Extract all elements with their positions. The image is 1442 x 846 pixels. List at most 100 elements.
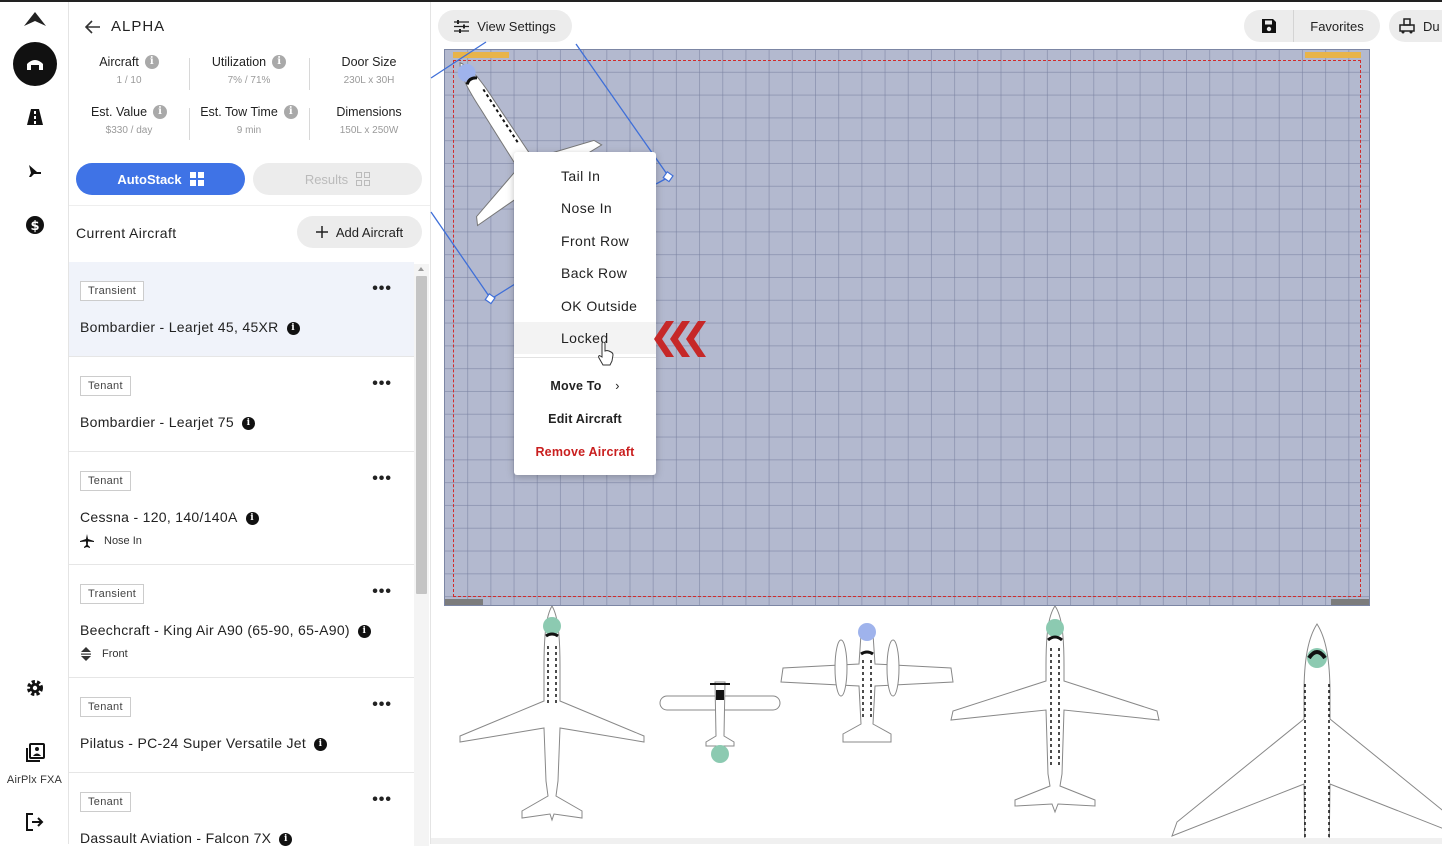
aircraft-list: Transient ••• Bombardier - Learjet 45, 4… xyxy=(69,262,414,846)
billing-nav-button[interactable]: $ xyxy=(24,214,46,236)
aircraft-card[interactable]: Tenant ••• Bombardier - Learjet 75 i xyxy=(69,357,414,452)
stat-label: Dimensions xyxy=(336,105,402,119)
stat-value: 230L x 30H xyxy=(343,75,395,86)
tow-icon xyxy=(29,165,41,177)
more-options-icon[interactable]: ••• xyxy=(372,470,392,488)
aircraft-placement: Nose In xyxy=(80,534,142,548)
stat-value: $330 / day xyxy=(105,125,153,136)
back-arrow-icon[interactable] xyxy=(85,19,101,34)
scroll-up-arrow-icon[interactable] xyxy=(418,267,424,271)
palette-aircraft-falcon-7x[interactable] xyxy=(1171,623,1442,844)
road-icon xyxy=(27,109,43,125)
tow-nav-button[interactable] xyxy=(24,160,46,182)
hand-pointer-icon xyxy=(598,342,614,366)
aircraft-card[interactable]: Tenant ••• Pilatus - PC-24 Super Versati… xyxy=(69,678,414,773)
menu-item-back-row[interactable]: Back Row xyxy=(514,257,656,289)
scrollbar-thumb[interactable] xyxy=(416,276,427,594)
info-icon[interactable]: i xyxy=(245,511,259,525)
layout-actions: Favorites xyxy=(1244,10,1380,42)
aircraft-card[interactable]: Transient ••• Bombardier - Learjet 45, 4… xyxy=(69,262,414,357)
corner-marker-left xyxy=(445,599,483,605)
hangar-nav-button[interactable] xyxy=(13,42,57,86)
info-icon[interactable]: i xyxy=(153,105,168,119)
palette-aircraft-king-air[interactable] xyxy=(780,623,954,743)
stat-label: Est. Tow Time xyxy=(200,105,278,119)
add-aircraft-button[interactable]: Add Aircraft xyxy=(297,216,422,248)
menu-item-move-to[interactable]: Move To › xyxy=(514,371,656,401)
duplicate-button[interactable]: Du xyxy=(1389,10,1442,42)
save-icon xyxy=(1261,19,1276,33)
autostack-button[interactable]: AutoStack xyxy=(76,163,245,195)
move-to-label: Move To xyxy=(550,379,602,393)
aircraft-card[interactable]: Tenant ••• Cessna - 120, 140/140A i Nose … xyxy=(69,452,414,565)
menu-item-locked[interactable]: Locked xyxy=(514,322,656,354)
door-marker-left xyxy=(453,52,509,58)
info-icon[interactable]: i xyxy=(241,416,255,430)
stat-label: Est. Value xyxy=(90,105,148,119)
hangar-stats: Aircraft i 1 / 10 Utilization i 7% / 71% D… xyxy=(69,48,430,148)
stat-label: Door Size xyxy=(341,55,397,69)
more-options-icon[interactable]: ••• xyxy=(372,583,392,601)
menu-item-remove-aircraft[interactable]: Remove Aircraft xyxy=(514,437,656,467)
corner-marker-right xyxy=(1331,599,1369,605)
menu-item-nose-in[interactable]: Nose In xyxy=(514,192,656,224)
aircraft-name-text: Beechcraft - King Air A90 (65-90, 65-A90… xyxy=(80,622,350,638)
library-nav-button[interactable] xyxy=(24,742,46,764)
palette-aircraft-learjet-45[interactable] xyxy=(459,606,645,822)
menu-item-front-row[interactable]: Front Row xyxy=(514,225,656,257)
menu-item-edit-aircraft[interactable]: Edit Aircraft xyxy=(514,404,656,434)
info-icon[interactable]: i xyxy=(357,624,371,638)
stat-aircraft: Aircraft i 1 / 10 xyxy=(69,48,189,98)
aircraft-card[interactable]: Tenant ••• Dassault Aviation - Falcon 7X… xyxy=(69,773,414,846)
aircraft-context-menu: Tail In Nose In Front Row Back Row OK Ou… xyxy=(514,152,656,475)
logo-icon[interactable] xyxy=(24,12,46,28)
aircraft-name-text: Bombardier - Learjet 45, 45XR xyxy=(80,319,279,335)
left-rail: $ AirPlx FXA xyxy=(0,2,69,844)
info-icon[interactable]: i xyxy=(144,55,159,69)
stat-value: 7% / 71% xyxy=(227,75,271,86)
more-options-icon[interactable]: ••• xyxy=(372,280,392,298)
logout-button[interactable] xyxy=(24,811,46,833)
duplicate-label: Du xyxy=(1423,18,1440,34)
settings-nav-button[interactable] xyxy=(24,677,46,699)
list-scrollbar[interactable] xyxy=(414,264,429,846)
menu-item-ok-outside[interactable]: OK Outside xyxy=(514,290,656,322)
aircraft-name-text: Pilatus - PC-24 Super Versatile Jet xyxy=(80,735,307,751)
tow-tractor-icon xyxy=(1399,18,1415,34)
road-nav-button[interactable] xyxy=(24,106,46,128)
placement-text: Front xyxy=(102,648,128,660)
more-options-icon[interactable]: ••• xyxy=(372,791,392,809)
favorites-button[interactable]: Favorites xyxy=(1294,10,1380,42)
palette-aircraft-learjet-75[interactable] xyxy=(950,606,1160,814)
menu-item-tail-in[interactable]: Tail In xyxy=(514,160,656,192)
view-settings-button[interactable]: View Settings xyxy=(438,10,572,42)
palette-aircraft-cessna-120[interactable] xyxy=(659,681,781,763)
info-icon[interactable]: i xyxy=(314,737,328,751)
results-button[interactable]: Results xyxy=(253,163,422,195)
library-icon xyxy=(26,743,45,762)
more-options-icon[interactable]: ••• xyxy=(372,375,392,393)
triple-chevron-left-icon xyxy=(654,321,706,357)
airplane-icon xyxy=(80,534,94,548)
stat-dimensions: Dimensions 150L x 250W xyxy=(309,98,429,148)
stat-value: 150L x 250W xyxy=(339,125,399,136)
hangar-panel: ALPHA Aircraft i 1 / 10 Utilization i 7% /… xyxy=(69,2,431,846)
stat-label: Aircraft xyxy=(99,55,139,69)
stat-value: 1 / 10 xyxy=(116,75,142,86)
info-icon[interactable]: i xyxy=(286,321,300,335)
stat-utilization: Utilization i 7% / 71% xyxy=(189,48,309,98)
save-button[interactable] xyxy=(1244,10,1294,42)
current-aircraft-title: Current Aircraft xyxy=(76,225,177,241)
more-options-icon[interactable]: ••• xyxy=(372,696,392,714)
results-label: Results xyxy=(304,171,349,187)
current-aircraft-header: Current Aircraft Add Aircraft xyxy=(69,205,430,260)
info-icon[interactable]: i xyxy=(283,105,298,119)
aircraft-tag: Tenant xyxy=(80,376,131,396)
settings-icon xyxy=(27,680,43,696)
info-icon[interactable]: i xyxy=(272,55,287,69)
aircraft-card[interactable]: Transient ••• Beechcraft - King Air A90 … xyxy=(69,565,414,678)
logout-icon xyxy=(26,813,44,831)
aircraft-name: Bombardier - Learjet 75 i xyxy=(80,414,255,430)
door-marker-right xyxy=(1305,52,1361,58)
add-aircraft-label: Add Aircraft xyxy=(335,224,404,240)
